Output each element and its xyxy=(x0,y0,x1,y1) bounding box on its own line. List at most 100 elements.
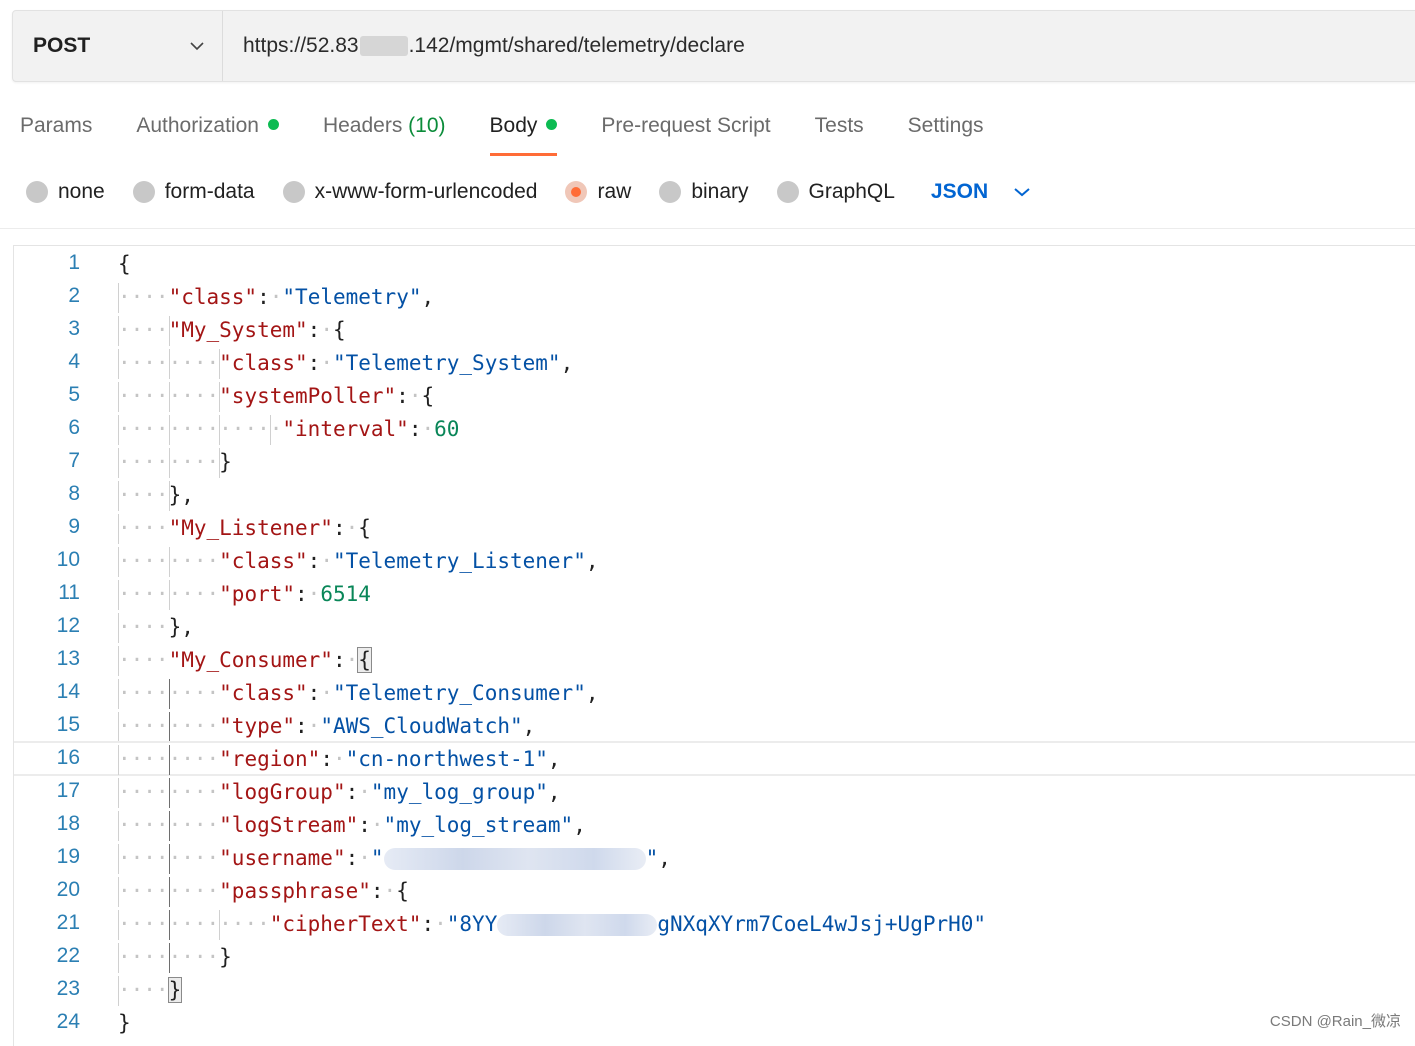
body-type-raw[interactable]: raw xyxy=(565,180,631,204)
tab-tests-label: Tests xyxy=(814,114,864,137)
body-type-label: form-data xyxy=(164,180,255,203)
bracket-match: } xyxy=(167,977,183,1003)
line-number: 22 xyxy=(56,944,80,967)
line-number: 3 xyxy=(68,317,80,340)
line-number: 8 xyxy=(68,482,80,505)
json-number: 6514 xyxy=(320,582,371,606)
line-number: 7 xyxy=(68,449,80,472)
code-line: 24} xyxy=(14,1007,1415,1040)
tab-body-label: Body xyxy=(489,114,538,137)
json-key: "type" xyxy=(219,714,296,738)
line-number: 24 xyxy=(56,1010,80,1033)
line-number: 6 xyxy=(68,416,80,439)
tab-headers[interactable]: Headers (10) xyxy=(323,100,446,158)
json-key: "class" xyxy=(168,285,258,309)
code-line: 10 ········"class":·"Telemetry_Listener", xyxy=(14,545,1415,578)
redacted-value xyxy=(383,848,646,870)
tab-headers-label: Headers xyxy=(322,114,403,137)
code-line: 11 ········"port":·6514 xyxy=(14,578,1415,611)
divider xyxy=(0,228,1415,229)
line-number: 17 xyxy=(56,779,80,802)
json-string: "my_log_stream" xyxy=(383,813,574,837)
json-string: " xyxy=(370,846,384,870)
json-key: "systemPoller" xyxy=(219,384,397,408)
json-key: "class" xyxy=(219,549,308,573)
body-type-selector: none form-data x-www-form-urlencoded raw… xyxy=(26,170,1030,214)
json-string: "cn-northwest-1" xyxy=(345,747,548,771)
json-string: "AWS_CloudWatch" xyxy=(320,714,523,738)
code-line: 12 ····}, xyxy=(14,611,1415,644)
json-key: "My_Consumer" xyxy=(168,648,333,672)
json-key: "passphrase" xyxy=(219,879,371,903)
redacted-value xyxy=(497,914,658,936)
body-type-binary[interactable]: binary xyxy=(659,180,749,204)
request-tabs: Params Authorization Headers (10) Body P… xyxy=(20,100,1028,158)
code-line: 20 ········"passphrase":·{ xyxy=(14,875,1415,908)
url-input[interactable]: https://52.83 .142/mgmt/shared/telemetry/… xyxy=(223,11,1415,81)
code-line: 21 ············"cipherText":·"8YY gNXqXYrm… xyxy=(14,908,1415,941)
code-line: 5 ········"systemPoller":·{ xyxy=(14,380,1415,413)
headers-count-badge: (10) xyxy=(408,114,446,137)
line-number: 15 xyxy=(56,713,80,736)
line-number: 13 xyxy=(56,647,80,670)
code-line: 19 ········"username":·" ", xyxy=(14,842,1415,875)
line-number: 5 xyxy=(68,383,80,406)
code-line: 22 ········} xyxy=(14,941,1415,974)
url-redaction xyxy=(359,36,408,56)
code-line: 1{ xyxy=(14,248,1415,281)
json-key: "logStream" xyxy=(219,813,359,837)
radio-icon xyxy=(26,181,48,203)
code-line: 13 ····"My_Consumer":·{ xyxy=(14,644,1415,677)
tab-pre-request-script[interactable]: Pre-request Script xyxy=(601,100,770,158)
tab-params[interactable]: Params xyxy=(20,100,92,158)
body-type-label: GraphQL xyxy=(808,180,895,203)
body-type-label: raw xyxy=(597,180,632,203)
json-number: 60 xyxy=(434,417,460,441)
code-line: 7 ········} xyxy=(14,446,1415,479)
tab-settings[interactable]: Settings xyxy=(908,100,984,158)
body-type-urlencoded[interactable]: x-www-form-urlencoded xyxy=(282,180,538,204)
tab-authorization[interactable]: Authorization xyxy=(136,100,279,158)
chevron-down-icon xyxy=(1014,188,1030,197)
json-key: "class" xyxy=(219,351,308,375)
body-type-form-data[interactable]: form-data xyxy=(132,180,255,204)
code-line: 6 ·············"interval":·60 xyxy=(14,413,1415,446)
code-line: 18 ········"logStream":·"my_log_stream", xyxy=(14,809,1415,842)
tab-pre-request-label: Pre-request Script xyxy=(601,114,771,137)
line-number: 19 xyxy=(56,845,80,868)
line-number: 21 xyxy=(56,911,80,934)
body-type-none[interactable]: none xyxy=(26,180,105,204)
json-string: " xyxy=(645,846,659,870)
watermark: CSDN @Rain_微凉 xyxy=(1269,1013,1401,1030)
line-number: 23 xyxy=(56,977,80,1000)
body-type-graphql[interactable]: GraphQL xyxy=(776,180,895,204)
json-string: "Telemetry_System" xyxy=(332,351,561,375)
json-key: "region" xyxy=(219,747,321,771)
radio-icon xyxy=(776,181,799,203)
json-string: "Telemetry_Consumer" xyxy=(332,681,586,705)
code-line: 15 ········"type":·"AWS_CloudWatch", xyxy=(14,710,1415,743)
tab-body[interactable]: Body xyxy=(489,100,558,158)
json-key: "interval" xyxy=(282,417,409,441)
code-editor[interactable]: 1{ 2 ····"class":·"Telemetry", 3 ····"My_S… xyxy=(13,245,1415,1046)
line-number: 11 xyxy=(58,581,80,604)
json-string: "my_log_group" xyxy=(370,780,548,804)
json-string: gNXqXYrm7CoeL4wJsj+UgPrH0" xyxy=(657,912,987,936)
line-number: 10 xyxy=(56,548,80,571)
json-key: "My_Listener" xyxy=(168,516,333,540)
bracket-match: { xyxy=(357,647,372,673)
json-key: "class" xyxy=(219,681,308,705)
code-line: 3 ····"My_System":·{ xyxy=(14,314,1415,347)
tab-tests[interactable]: Tests xyxy=(815,100,864,158)
method-select[interactable]: POST xyxy=(13,11,223,81)
line-number: 14 xyxy=(56,680,80,703)
code-line: 23 ····} xyxy=(14,974,1415,1007)
body-type-label: binary xyxy=(691,180,749,203)
line-number: 20 xyxy=(56,878,80,901)
line-number: 4 xyxy=(68,350,80,373)
status-dot-icon xyxy=(267,118,279,130)
json-string: "Telemetry_Listener" xyxy=(332,549,586,573)
body-type-label: x-www-form-urlencoded xyxy=(314,180,538,203)
language-dropdown[interactable]: JSON xyxy=(931,180,1030,204)
url-prefix: https://52.83 xyxy=(243,34,359,57)
